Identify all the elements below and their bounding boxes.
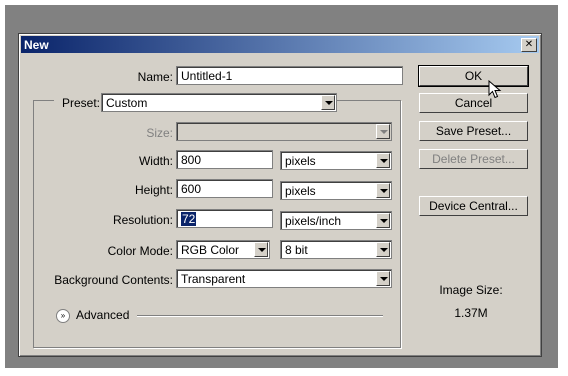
height-label: Height: xyxy=(134,183,173,197)
width-field[interactable]: 800 xyxy=(176,150,273,169)
width-unit-value: pixels xyxy=(285,154,316,168)
save-preset-button[interactable]: Save Preset... xyxy=(419,121,528,141)
name-label: Name: xyxy=(137,70,173,84)
resolution-value: 72 xyxy=(181,212,197,226)
resolution-field[interactable]: 72 xyxy=(176,209,273,228)
bit-depth-value: 8 bit xyxy=(285,243,308,257)
image-size-label: Image Size: xyxy=(439,283,503,297)
name-field[interactable]: Untitled-1 xyxy=(176,66,403,85)
resolution-unit-select[interactable]: pixels/inch xyxy=(280,211,392,230)
dialog-title: New xyxy=(24,38,49,52)
delete-preset-button: Delete Preset... xyxy=(419,149,528,169)
preset-select[interactable]: Custom xyxy=(101,93,337,112)
chevron-down-icon[interactable] xyxy=(376,242,390,257)
advanced-label[interactable]: Advanced xyxy=(76,308,129,322)
background-contents-value: Transparent xyxy=(181,272,246,286)
preset-label: Preset: xyxy=(54,96,102,110)
resolution-label: Resolution: xyxy=(112,213,173,227)
image-size-value: 1.37M xyxy=(454,306,488,320)
title-bar: New ✕ xyxy=(21,36,539,53)
chevron-down-icon[interactable] xyxy=(376,271,390,286)
color-mode-select[interactable]: RGB Color xyxy=(176,240,270,259)
ok-button[interactable]: OK xyxy=(418,65,529,87)
advanced-divider xyxy=(137,315,383,317)
resolution-unit-value: pixels/inch xyxy=(285,214,342,228)
mouse-pointer-icon xyxy=(488,80,502,99)
new-document-dialog: New ✕ Name: Untitled-1 Preset: Custom Si… xyxy=(18,33,542,357)
expand-icon[interactable]: » xyxy=(56,309,70,323)
width-label: Width: xyxy=(138,154,173,168)
chevron-down-icon xyxy=(376,124,390,139)
device-central-button[interactable]: Device Central... xyxy=(419,196,528,216)
height-unit-value: pixels xyxy=(285,184,316,198)
chevron-down-icon[interactable] xyxy=(254,242,268,257)
background-contents-label: Background Contents: xyxy=(54,273,173,287)
chevron-down-icon[interactable] xyxy=(321,95,335,110)
close-icon[interactable]: ✕ xyxy=(521,38,537,52)
color-mode-label: Color Mode: xyxy=(107,244,173,258)
height-unit-select[interactable]: pixels xyxy=(280,181,392,200)
chevron-down-icon[interactable] xyxy=(376,183,390,198)
preset-value: Custom xyxy=(106,96,148,110)
chevron-down-icon[interactable] xyxy=(376,213,390,228)
height-field[interactable]: 600 xyxy=(176,179,273,198)
cancel-button[interactable]: Cancel xyxy=(419,93,528,113)
width-unit-select[interactable]: pixels xyxy=(280,151,392,170)
color-mode-value: RGB Color xyxy=(181,243,240,257)
background-contents-select[interactable]: Transparent xyxy=(176,269,392,288)
bit-depth-select[interactable]: 8 bit xyxy=(280,240,392,259)
size-select xyxy=(176,122,392,141)
chevron-down-icon[interactable] xyxy=(376,153,390,168)
size-label: Size: xyxy=(146,126,173,140)
